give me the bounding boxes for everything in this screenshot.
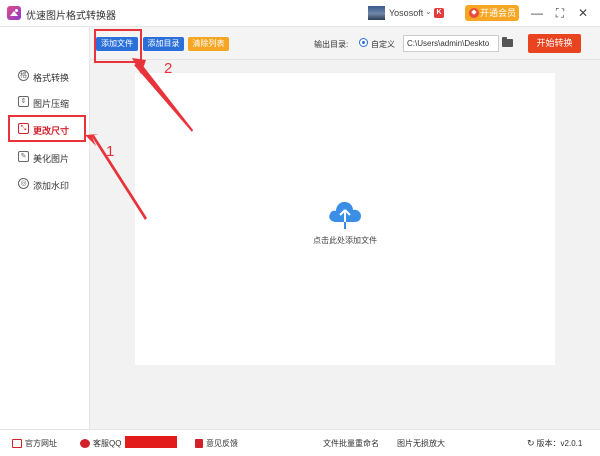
folder-icon[interactable]	[502, 37, 513, 47]
drop-hint-text[interactable]: 点击此处添加文件	[135, 235, 555, 246]
annotation-box-resize	[8, 115, 86, 142]
user-avatar[interactable]	[368, 6, 385, 20]
chevron-down-icon[interactable]: ⌄	[425, 7, 432, 16]
minimize-button[interactable]: —	[529, 4, 545, 22]
qq-link[interactable]: 客服QQ	[80, 438, 121, 449]
app-logo-icon	[7, 6, 21, 20]
sidebar-item-label: 图片压缩	[33, 99, 70, 109]
sidebar-item-compress[interactable]: ⇕ 图片压缩	[0, 89, 90, 115]
website-icon	[12, 439, 22, 449]
sidebar-item-label: 格式转换	[33, 73, 70, 83]
website-link[interactable]: 官方网址	[12, 438, 57, 449]
feedback-label: 意见反馈	[206, 439, 238, 448]
feedback-icon	[195, 439, 203, 449]
sidebar-item-label: 添加水印	[33, 181, 70, 191]
custom-radio-label[interactable]: 自定义	[371, 39, 395, 50]
footer: 官方网址 客服QQ 意见反馈 文件批量重命名 图片无损放大 ↻ 版本：v2.0.1	[0, 429, 600, 456]
sidebar-item-watermark[interactable]: ◎ 添加水印	[0, 171, 90, 197]
sidebar-item-label: 美化图片	[33, 154, 70, 164]
clear-list-button[interactable]: 清除列表	[188, 37, 229, 51]
version-info: ↻ 版本：v2.0.1	[527, 438, 582, 449]
vip-label: 开通会员	[480, 8, 517, 18]
refresh-icon[interactable]: ↻	[527, 438, 535, 448]
add-folder-button[interactable]: 添加目录	[143, 37, 184, 51]
beautify-icon: ✎	[18, 151, 29, 162]
vip-icon: ◆	[469, 8, 479, 18]
start-convert-button[interactable]: 开始转换	[528, 34, 581, 53]
qq-label: 客服QQ	[93, 439, 122, 448]
version-label: 版本：v2.0.1	[536, 439, 583, 448]
watermark-icon: ◎	[18, 178, 29, 189]
sidebar-item-format-convert[interactable]: 格 格式转换	[0, 63, 90, 89]
batch-rename-link[interactable]: 文件批量重命名	[323, 438, 379, 449]
sidebar-item-beautify[interactable]: ✎ 美化图片	[0, 144, 90, 170]
file-dropzone[interactable]: 点击此处添加文件	[135, 73, 555, 365]
annotation-box-add-file	[94, 29, 142, 63]
feedback-link[interactable]: 意见反馈	[195, 438, 238, 449]
cloud-upload-icon	[329, 201, 361, 229]
toolbar: 添加文件 添加目录 清除列表 输出目录: 自定义 开始转换	[90, 27, 600, 60]
maximize-button[interactable]: ⛶	[552, 4, 568, 22]
format-convert-icon: 格	[18, 70, 29, 81]
main-area: 点击此处添加文件	[90, 60, 600, 429]
close-button[interactable]: ✕	[575, 4, 591, 22]
title-bar: 优速图片格式转换器 Yososoft ⌄ K ◆ 开通会员 — ⛶ ✕	[0, 0, 600, 27]
user-badge-icon: K	[434, 8, 444, 18]
output-path-input[interactable]	[403, 35, 499, 52]
redacted-qq-number	[125, 436, 177, 448]
annotation-step-2: 2	[164, 60, 173, 77]
sidebar: 格 格式转换 ⇕ 图片压缩 ⤡ 更改尺寸 ✎ 美化图片 ◎ 添加水印	[0, 27, 90, 429]
custom-radio[interactable]	[359, 38, 368, 47]
app-title: 优速图片格式转换器	[26, 11, 116, 22]
annotation-step-1: 1	[106, 143, 115, 160]
output-dir-label: 输出目录:	[314, 40, 349, 49]
user-name[interactable]: Yososoft	[389, 8, 423, 18]
lossless-enlarge-link[interactable]: 图片无损放大	[397, 438, 445, 449]
vip-button[interactable]: ◆ 开通会员	[465, 5, 519, 21]
compress-icon: ⇕	[18, 96, 29, 107]
website-label: 官方网址	[25, 439, 57, 448]
qq-icon	[80, 439, 90, 449]
